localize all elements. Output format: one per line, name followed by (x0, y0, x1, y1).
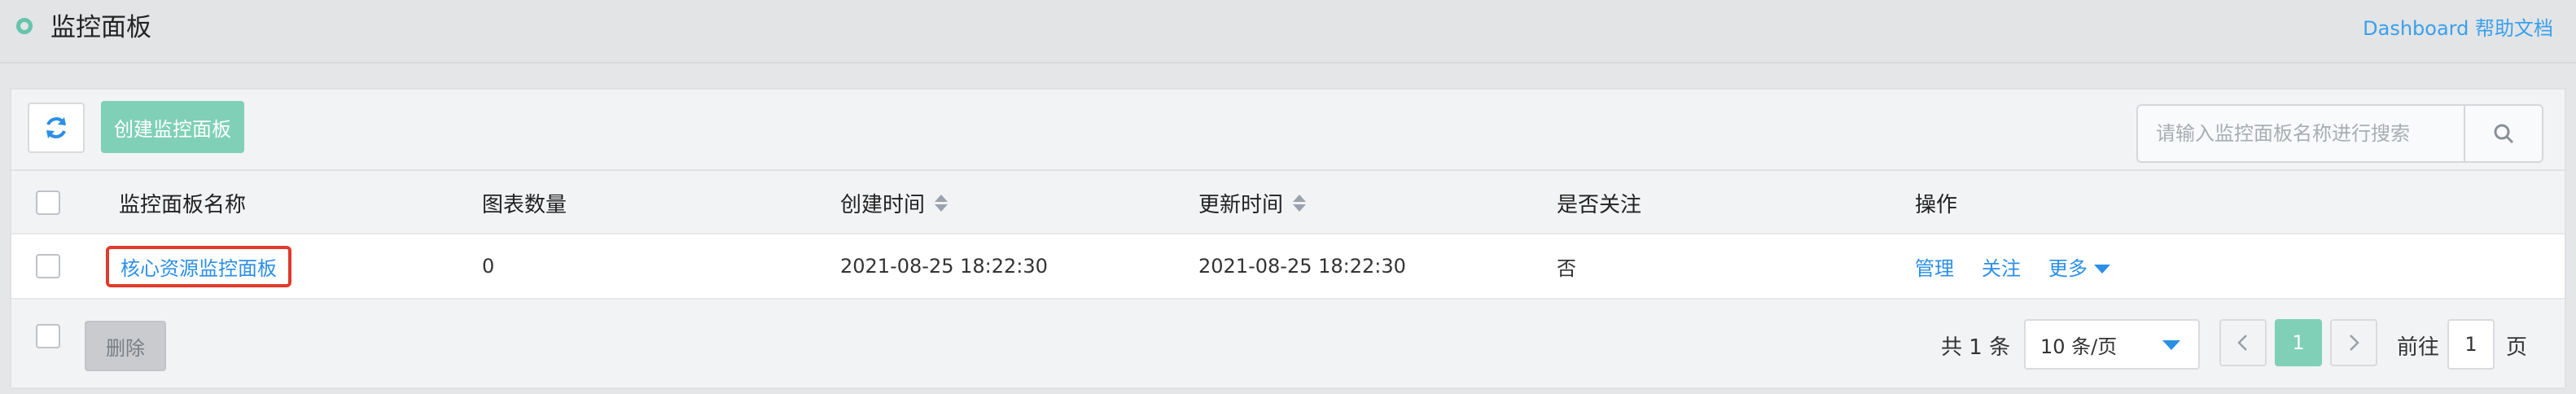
select-all-checkbox[interactable] (36, 190, 60, 215)
column-header-updated-label: 更新时间 (1198, 192, 1284, 217)
column-header-name: 监控面板名称 (119, 192, 247, 217)
delete-button[interactable]: 删除 (85, 321, 166, 371)
actions-cell: 管理 关注 更多 (1915, 234, 2138, 298)
next-page-button[interactable] (2330, 319, 2377, 366)
column-header-updated[interactable]: 更新时间 (1198, 171, 1307, 234)
column-header-actions: 操作 (1915, 192, 1958, 217)
total-count: 共 1 条 (1941, 335, 2011, 360)
created-time-cell: 2021-08-25 18:22:30 (840, 255, 1048, 278)
page-size-select[interactable]: 10 条/页 (2024, 319, 2200, 370)
dashboard-name-link[interactable]: 核心资源监控面板 (106, 245, 291, 287)
chart-count-cell: 0 (482, 255, 495, 278)
search-box (2136, 104, 2543, 163)
sort-icon[interactable] (935, 194, 948, 212)
top-bar: 监控面板 Dashboard 帮助文档 (0, 0, 2576, 63)
column-header-created-label: 创建时间 (840, 192, 926, 217)
manage-link[interactable]: 管理 (1915, 252, 1954, 281)
followed-cell: 否 (1557, 256, 1576, 280)
more-dropdown[interactable]: 更多 (2048, 252, 2110, 281)
table-header: 监控面板名称 图表数量 创建时间 更新时间 是否关注 操作 (11, 169, 2565, 234)
follow-link[interactable]: 关注 (1982, 252, 2021, 281)
refresh-button[interactable] (28, 103, 85, 153)
chevron-down-icon (2094, 265, 2110, 274)
sort-icon[interactable] (1293, 194, 1307, 212)
refresh-icon (46, 117, 66, 138)
chevron-down-icon (2162, 340, 2180, 350)
chevron-right-icon (2350, 335, 2359, 351)
row-checkbox[interactable] (36, 254, 60, 278)
footer-select-checkbox[interactable] (36, 324, 60, 348)
dashboard-list-panel: 创建监控面板 监控面板名称 图表数量 创建时间 更新时间 是否关注 操作 (10, 88, 2566, 389)
page-1-button[interactable]: 1 (2275, 319, 2322, 366)
chevron-left-icon (2237, 335, 2247, 351)
create-dashboard-button[interactable]: 创建监控面板 (101, 101, 244, 153)
column-header-chart-count: 图表数量 (482, 192, 567, 217)
search-input[interactable] (2138, 106, 2464, 161)
search-icon (2494, 124, 2514, 144)
search-button[interactable] (2464, 106, 2542, 161)
goto-prefix-label: 前往 (2397, 335, 2440, 360)
page-title: 监控面板 (50, 13, 151, 42)
help-doc-link[interactable]: Dashboard 帮助文档 (2363, 15, 2553, 42)
page-size-value: 10 条/页 (2040, 335, 2118, 358)
status-dot-icon (16, 18, 33, 34)
column-header-followed: 是否关注 (1557, 192, 1642, 217)
updated-time-cell: 2021-08-25 18:22:30 (1198, 255, 1406, 278)
column-header-created[interactable]: 创建时间 (840, 171, 948, 234)
goto-suffix-label: 页 (2506, 335, 2528, 360)
more-label: 更多 (2048, 256, 2088, 280)
table-row: 核心资源监控面板 0 2021-08-25 18:22:30 2021-08-2… (11, 233, 2565, 300)
prev-page-button[interactable] (2219, 319, 2267, 366)
goto-page-input[interactable] (2447, 319, 2495, 370)
